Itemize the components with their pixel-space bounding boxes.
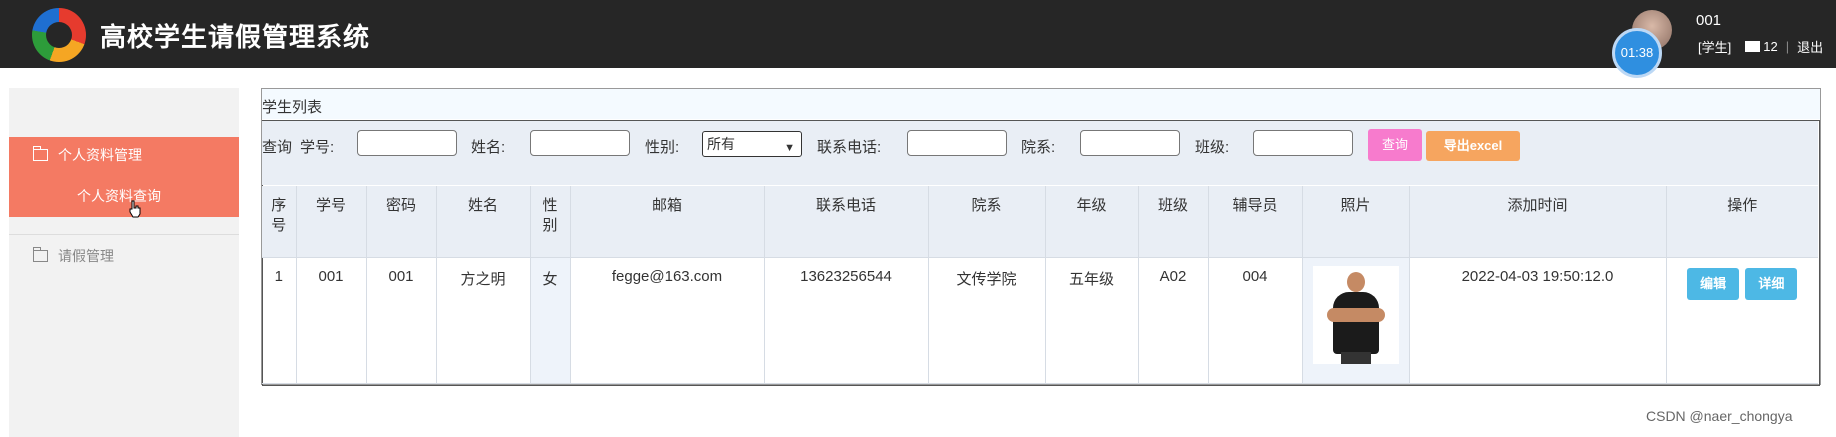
col-label: 序号	[271, 197, 287, 234]
table-header-row: 序号 学号 密码 姓名 性别 邮箱 联系电话 院系 年级 班级 辅导员 照片 添…	[262, 186, 1818, 258]
cell-counselor: 004	[1208, 257, 1303, 384]
menu-title-label: 个人资料管理	[58, 147, 142, 163]
sidebar: 个人资料管理 个人资料查询 请假管理	[9, 88, 239, 437]
export-excel-button[interactable]: 导出excel	[1426, 131, 1520, 161]
class-input[interactable]	[1253, 130, 1353, 156]
chevron-down-icon: ▼	[784, 142, 795, 154]
separator: |	[1785, 39, 1790, 54]
user-info-line: [学生] 12 | 退出	[1698, 37, 1823, 56]
user-id: 001	[1696, 12, 1722, 29]
col-gender: 性别	[530, 186, 571, 258]
table-row: 1 001 001 方之明 女 fegge@163.com 1362325654…	[262, 257, 1818, 384]
cell-photo	[1302, 257, 1410, 384]
edit-button[interactable]: 编辑	[1687, 268, 1740, 300]
mail-icon[interactable]	[1745, 41, 1761, 52]
phone-label: 联系电话:	[817, 139, 882, 156]
dept-input[interactable]	[1080, 130, 1180, 156]
system-title: 高校学生请假管理系统	[100, 23, 371, 53]
menu-divider	[9, 234, 239, 235]
cell-dept: 文传学院	[928, 257, 1046, 384]
logout-link[interactable]: 退出	[1797, 37, 1823, 56]
name-input[interactable]	[530, 130, 630, 156]
menu-title-leave[interactable]: 请假管理	[33, 246, 114, 266]
col-class: 班级	[1138, 186, 1209, 258]
cell-phone: 13623256544	[764, 257, 929, 384]
student-photo	[1312, 266, 1399, 364]
submenu-item-profile-query[interactable]: 个人资料查询	[77, 186, 161, 206]
query-prefix: 查询	[262, 139, 293, 156]
cell-grade: 五年级	[1045, 257, 1139, 384]
col-label: 性别	[542, 197, 558, 234]
col-student-no: 学号	[296, 186, 367, 258]
cell-actions: 编辑 详细	[1666, 257, 1818, 384]
mail-count[interactable]: 12	[1763, 39, 1777, 54]
col-phone: 联系电话	[764, 186, 929, 258]
col-dept: 院系	[928, 186, 1046, 258]
watermark: CSDN @naer_chongya	[1646, 408, 1793, 424]
panel-header	[262, 89, 1820, 119]
gender-selected-value: 所有	[707, 136, 735, 152]
folder-icon	[33, 146, 48, 161]
panel-title: 学生列表	[262, 99, 323, 116]
cell-name: 方之明	[436, 257, 531, 384]
photo-body-shape	[1332, 292, 1379, 354]
cell-student-no: 001	[296, 257, 367, 384]
student-no-label: 学号:	[300, 139, 335, 156]
cell-index: 1	[262, 257, 297, 384]
col-name: 姓名	[436, 186, 531, 258]
cell-gender: 女	[530, 257, 571, 384]
dept-label: 院系:	[1021, 139, 1056, 156]
col-index: 序号	[262, 186, 297, 258]
class-label: 班级:	[1195, 139, 1230, 156]
phone-input[interactable]	[907, 130, 1007, 156]
menu-title-label: 请假管理	[58, 248, 114, 264]
col-grade: 年级	[1045, 186, 1139, 258]
menu-group-profile[interactable]: 个人资料管理 个人资料查询	[9, 137, 239, 217]
col-email: 邮箱	[570, 186, 765, 258]
col-actions: 操作	[1666, 186, 1818, 258]
student-table: 序号 学号 密码 姓名 性别 邮箱 联系电话 院系 年级 班级 辅导员 照片 添…	[262, 186, 1818, 384]
col-photo: 照片	[1302, 186, 1410, 258]
name-label: 姓名:	[471, 139, 506, 156]
folder-icon	[33, 247, 48, 262]
gender-label: 性别:	[645, 139, 680, 156]
logo-icon	[32, 8, 86, 62]
hand-cursor-icon	[129, 200, 141, 218]
col-password: 密码	[366, 186, 437, 258]
student-no-input[interactable]	[357, 130, 457, 156]
col-added-time: 添加时间	[1409, 186, 1667, 258]
gender-select[interactable]: 所有 ▼	[702, 131, 802, 157]
cell-added-time: 2022-04-03 19:50:12.0	[1409, 257, 1667, 384]
photo-head-shape	[1346, 272, 1365, 292]
user-role: [学生]	[1698, 40, 1732, 55]
photo-legs-shape	[1340, 352, 1371, 364]
query-button[interactable]: 查询	[1368, 129, 1422, 161]
cell-password: 001	[366, 257, 437, 384]
col-counselor: 辅导员	[1208, 186, 1303, 258]
photo-arms-shape	[1326, 308, 1385, 322]
menu-title-profile[interactable]: 个人资料管理	[33, 145, 142, 165]
cell-class: A02	[1138, 257, 1209, 384]
cell-email: fegge@163.com	[570, 257, 765, 384]
clock-badge: 01:38	[1612, 28, 1662, 78]
detail-button[interactable]: 详细	[1745, 268, 1798, 300]
